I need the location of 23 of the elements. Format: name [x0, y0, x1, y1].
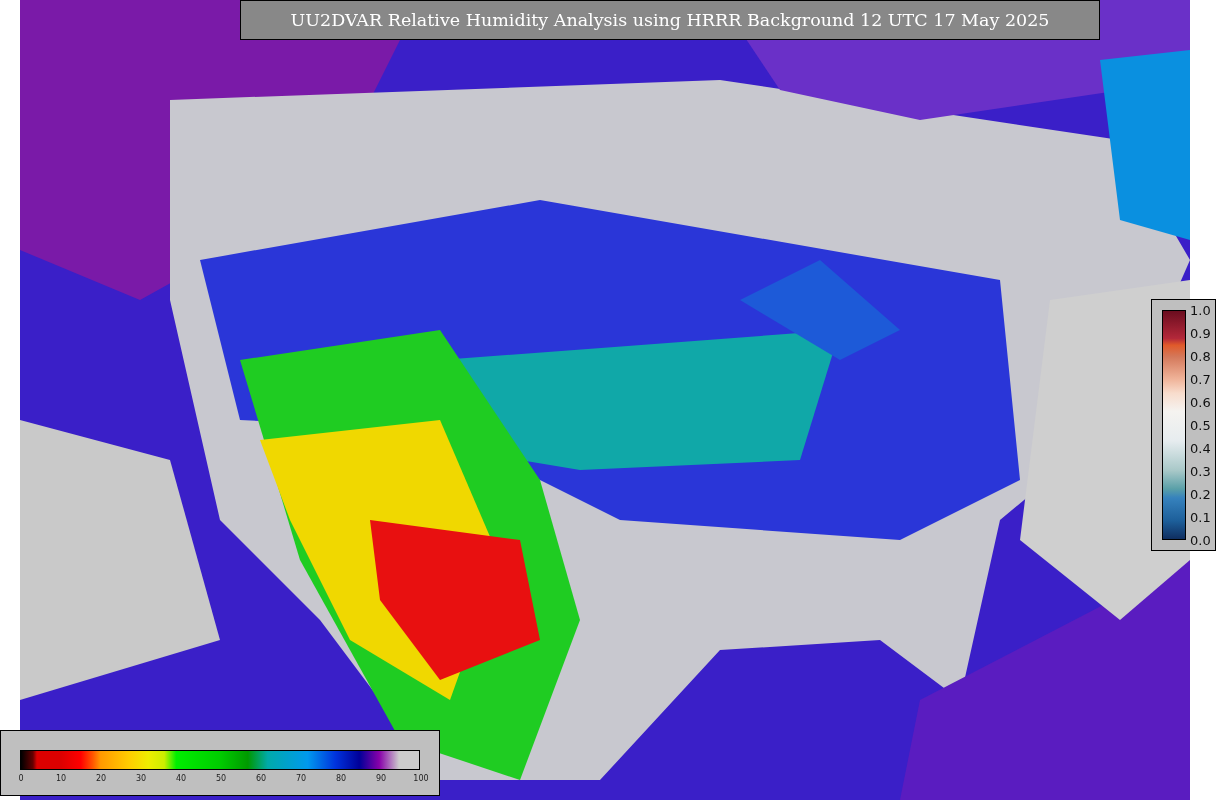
- tick-label: 0.1: [1190, 509, 1211, 527]
- tick-label: 80: [334, 774, 348, 783]
- tick-label: 0.8: [1190, 348, 1211, 366]
- tick-label: 0.7: [1190, 371, 1211, 389]
- tick-label: 90: [374, 774, 388, 783]
- tick-label: 0.9: [1190, 325, 1211, 343]
- tick-label: 100: [412, 774, 430, 783]
- tick-label: 30: [134, 774, 148, 783]
- tick-label: 0.6: [1190, 394, 1211, 412]
- tick-label: 70: [294, 774, 308, 783]
- tick-label: 0.3: [1190, 463, 1211, 481]
- tick-label: 0.4: [1190, 440, 1211, 458]
- map-title: UU2DVAR Relative Humidity Analysis using HRRR Background 12 UTC 17 May 2025: [240, 0, 1100, 40]
- tick-label: 0: [17, 774, 25, 783]
- tick-label: 0.0: [1190, 532, 1211, 550]
- tick-label: 50: [214, 774, 228, 783]
- tick-label: 1.0: [1190, 302, 1211, 320]
- tick-label: 0.5: [1190, 417, 1211, 435]
- tick-label: 0.2: [1190, 486, 1211, 504]
- tick-label: 20: [94, 774, 108, 783]
- tick-label: 60: [254, 774, 268, 783]
- tick-label: 40: [174, 774, 188, 783]
- tick-label: 10: [54, 774, 68, 783]
